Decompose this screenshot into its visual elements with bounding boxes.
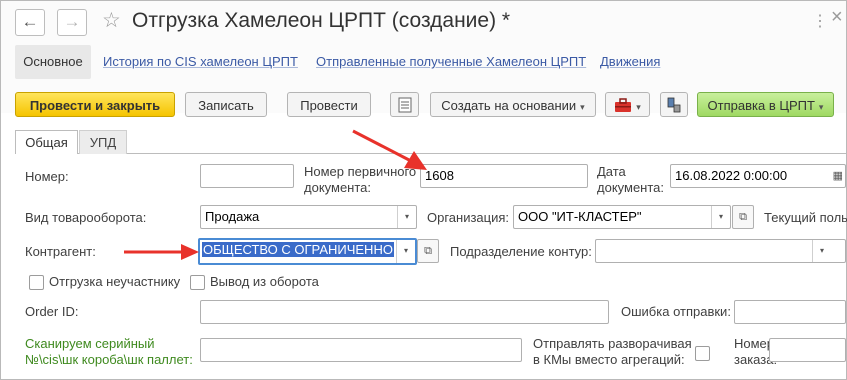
annotation-arrows <box>124 129 427 260</box>
document-window: ← → ☆ Отгрузка Хамелеон ЦРПТ (создание) … <box>0 0 847 380</box>
annotation-arrowhead-counterparty <box>181 244 199 260</box>
annotation-arrow-primary-doc <box>352 129 412 163</box>
